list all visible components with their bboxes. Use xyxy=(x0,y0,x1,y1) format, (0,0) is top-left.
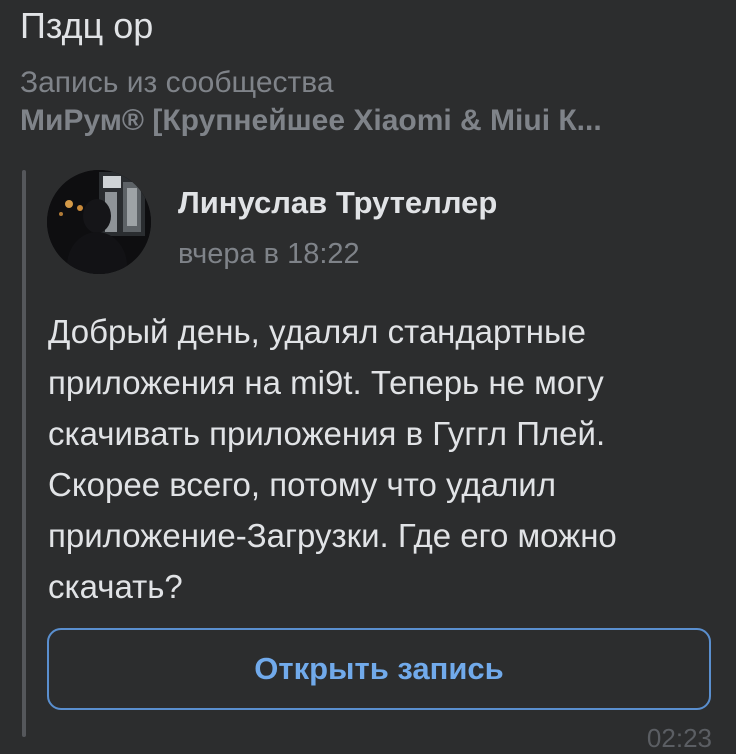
post-text: Добрый день, удалял стандартные приложен… xyxy=(48,313,617,605)
message-time: 02:23 xyxy=(646,723,712,753)
repost-label: Запись из сообщества xyxy=(20,66,334,99)
chat-title: Пздц ор xyxy=(20,5,154,46)
post-time: вчера в 18:22 xyxy=(178,238,360,270)
author-name[interactable]: Линуслав Трутеллер xyxy=(178,184,497,222)
community-name[interactable]: МиРум® [Крупнейшее Xiaomi & Miui К... xyxy=(20,102,708,140)
repost-source[interactable]: Запись из сообщества МиРум® [Крупнейшее … xyxy=(20,64,720,140)
author-avatar[interactable] xyxy=(47,170,151,274)
avatar-photo xyxy=(47,170,151,274)
quote-bar xyxy=(22,170,26,737)
open-post-button[interactable]: Открыть запись xyxy=(47,628,711,710)
